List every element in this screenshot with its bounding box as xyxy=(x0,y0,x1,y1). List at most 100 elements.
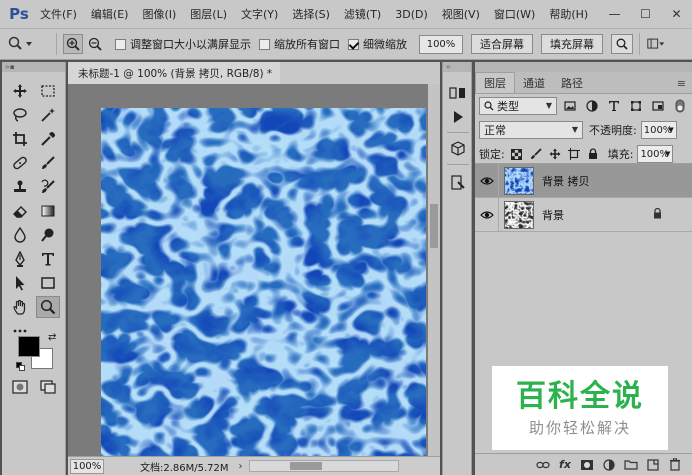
crop-tool[interactable] xyxy=(8,128,32,150)
default-colors-icon[interactable] xyxy=(16,362,25,371)
zoom-all-box[interactable] xyxy=(259,38,270,50)
magic-wand-tool[interactable] xyxy=(36,104,60,126)
properties-panel-button[interactable] xyxy=(446,172,470,194)
new-layer-button[interactable] xyxy=(642,456,664,474)
watermark-subtitle: 助你轻松解决 xyxy=(528,418,631,437)
resize-windows-checkbox[interactable]: 调整窗口大小以满屏显示 xyxy=(115,36,251,52)
dodge-tool[interactable] xyxy=(36,224,60,246)
foreground-color-swatch[interactable] xyxy=(18,336,40,357)
resize-windows-box[interactable] xyxy=(115,38,126,50)
blur-tool[interactable] xyxy=(8,224,32,246)
eraser-tool[interactable] xyxy=(8,200,32,222)
status-zoom-field[interactable]: 100% xyxy=(70,458,104,474)
vertical-scrollbar[interactable] xyxy=(428,84,440,456)
tool-preset-picker[interactable] xyxy=(8,36,50,52)
gradient-tool[interactable] xyxy=(36,200,60,222)
vertical-scroll-thumb[interactable] xyxy=(430,204,438,248)
fill-screen-button[interactable]: 填充屏幕 xyxy=(541,34,603,54)
visibility-toggle[interactable] xyxy=(475,163,499,198)
history-panel-button[interactable] xyxy=(446,82,470,104)
close-button[interactable]: ✕ xyxy=(661,0,692,28)
toolbox-collapse-handle[interactable]: ›› ▪ xyxy=(2,62,65,72)
healing-brush-tool[interactable] xyxy=(8,152,32,174)
actions-panel-button[interactable] xyxy=(446,106,470,128)
new-group-button[interactable] xyxy=(620,456,642,474)
swap-colors-icon[interactable]: ⇄ xyxy=(48,332,56,343)
menu-help[interactable]: 帮助(H) xyxy=(549,6,588,22)
panel-header-bar[interactable] xyxy=(475,62,692,72)
menu-edit[interactable]: 编辑(E) xyxy=(91,6,129,22)
status-menu-arrow[interactable]: › xyxy=(239,461,243,472)
filter-smart-object-button[interactable] xyxy=(649,97,667,115)
link-layers-button[interactable] xyxy=(532,456,554,474)
strip-collapse-handle[interactable]: ‹‹ xyxy=(443,62,471,72)
eyedropper-tool[interactable] xyxy=(36,128,60,150)
zoom-all-windows-checkbox[interactable]: 缩放所有窗口 xyxy=(259,36,340,52)
layer-filter-select[interactable]: 类型 ▼ xyxy=(479,97,557,115)
adjustment-layer-button[interactable] xyxy=(598,456,620,474)
blend-mode-select[interactable]: 正常 ▼ xyxy=(479,121,583,139)
menu-filter[interactable]: 滤镜(T) xyxy=(344,6,381,22)
filter-adjustment-button[interactable] xyxy=(583,97,601,115)
lasso-tool[interactable] xyxy=(8,104,32,126)
zoom-in-button[interactable] xyxy=(63,34,83,54)
marquee-tool[interactable] xyxy=(36,80,60,102)
pen-tool[interactable] xyxy=(8,248,32,270)
menu-file[interactable]: 文件(F) xyxy=(40,6,77,22)
document-tab[interactable]: 未标题-1 @ 100% (背景 拷贝, RGB/8) * × xyxy=(68,62,289,84)
lock-artboard-button[interactable] xyxy=(567,147,581,161)
fill-field[interactable]: 100% ▼ xyxy=(637,145,674,163)
zoom-out-button[interactable] xyxy=(85,34,105,54)
opacity-field[interactable]: 100% ▼ xyxy=(640,121,677,139)
path-selection-tool[interactable] xyxy=(8,272,32,294)
panel-menu-icon[interactable]: ≡ xyxy=(677,77,686,90)
minimize-button[interactable]: — xyxy=(599,0,630,28)
zoom-level-field[interactable]: 100% xyxy=(419,34,463,54)
menu-view[interactable]: 视图(V) xyxy=(442,6,480,22)
fit-screen-button[interactable]: 适合屏幕 xyxy=(471,34,533,54)
screen-mode-button[interactable] xyxy=(36,376,60,398)
visibility-toggle[interactable] xyxy=(475,197,499,232)
menu-layer[interactable]: 图层(L) xyxy=(190,6,227,22)
rectangle-tool[interactable] xyxy=(36,272,60,294)
strip-divider xyxy=(447,132,469,133)
scrubby-zoom-box[interactable] xyxy=(348,38,359,50)
lock-image-button[interactable] xyxy=(529,147,543,161)
horizontal-scrollbar[interactable] xyxy=(248,460,399,472)
layer-row-background[interactable]: 背景 xyxy=(475,197,692,232)
menu-type[interactable]: 文字(Y) xyxy=(241,6,278,22)
layer-effects-button[interactable]: fx xyxy=(554,456,576,474)
blend-opacity-row: 正常 ▼ 不透明度: 100% ▼ xyxy=(475,118,692,142)
horizontal-scroll-thumb[interactable] xyxy=(289,462,322,470)
move-tool[interactable] xyxy=(8,80,32,102)
menu-3d[interactable]: 3D(D) xyxy=(395,8,428,21)
tab-layers[interactable]: 图层 xyxy=(475,72,515,93)
3d-panel-button[interactable] xyxy=(446,138,470,160)
filter-toggle-button[interactable] xyxy=(671,97,689,115)
filter-type-button[interactable] xyxy=(605,97,623,115)
lock-transparent-button[interactable] xyxy=(510,147,524,161)
brush-tool[interactable] xyxy=(36,152,60,174)
scrubby-zoom-checkbox[interactable]: 细微缩放 xyxy=(348,36,407,52)
layer-row-background-copy[interactable]: 背景 拷贝 xyxy=(475,163,692,198)
filter-shape-button[interactable] xyxy=(627,97,645,115)
maximize-button[interactable]: ☐ xyxy=(630,0,661,28)
clone-stamp-tool[interactable] xyxy=(8,176,32,198)
menu-window[interactable]: 窗口(W) xyxy=(494,6,535,22)
image-canvas[interactable] xyxy=(101,108,426,456)
quick-mask-button[interactable] xyxy=(8,376,32,398)
menu-select[interactable]: 选择(S) xyxy=(292,6,330,22)
delete-layer-button[interactable] xyxy=(664,456,686,474)
workspace-button[interactable] xyxy=(646,34,666,54)
tab-paths[interactable]: 路径 xyxy=(553,72,591,93)
menu-image[interactable]: 图像(I) xyxy=(142,6,176,22)
tab-channels[interactable]: 通道 xyxy=(515,72,553,93)
add-mask-button[interactable] xyxy=(576,456,598,474)
zoom-tool[interactable] xyxy=(36,296,60,318)
search-button[interactable] xyxy=(611,34,633,54)
filter-pixel-button[interactable] xyxy=(561,97,579,115)
type-tool[interactable] xyxy=(36,248,60,270)
lock-position-button[interactable] xyxy=(548,147,562,161)
lock-all-button[interactable] xyxy=(586,147,600,161)
history-brush-tool[interactable] xyxy=(36,176,60,198)
